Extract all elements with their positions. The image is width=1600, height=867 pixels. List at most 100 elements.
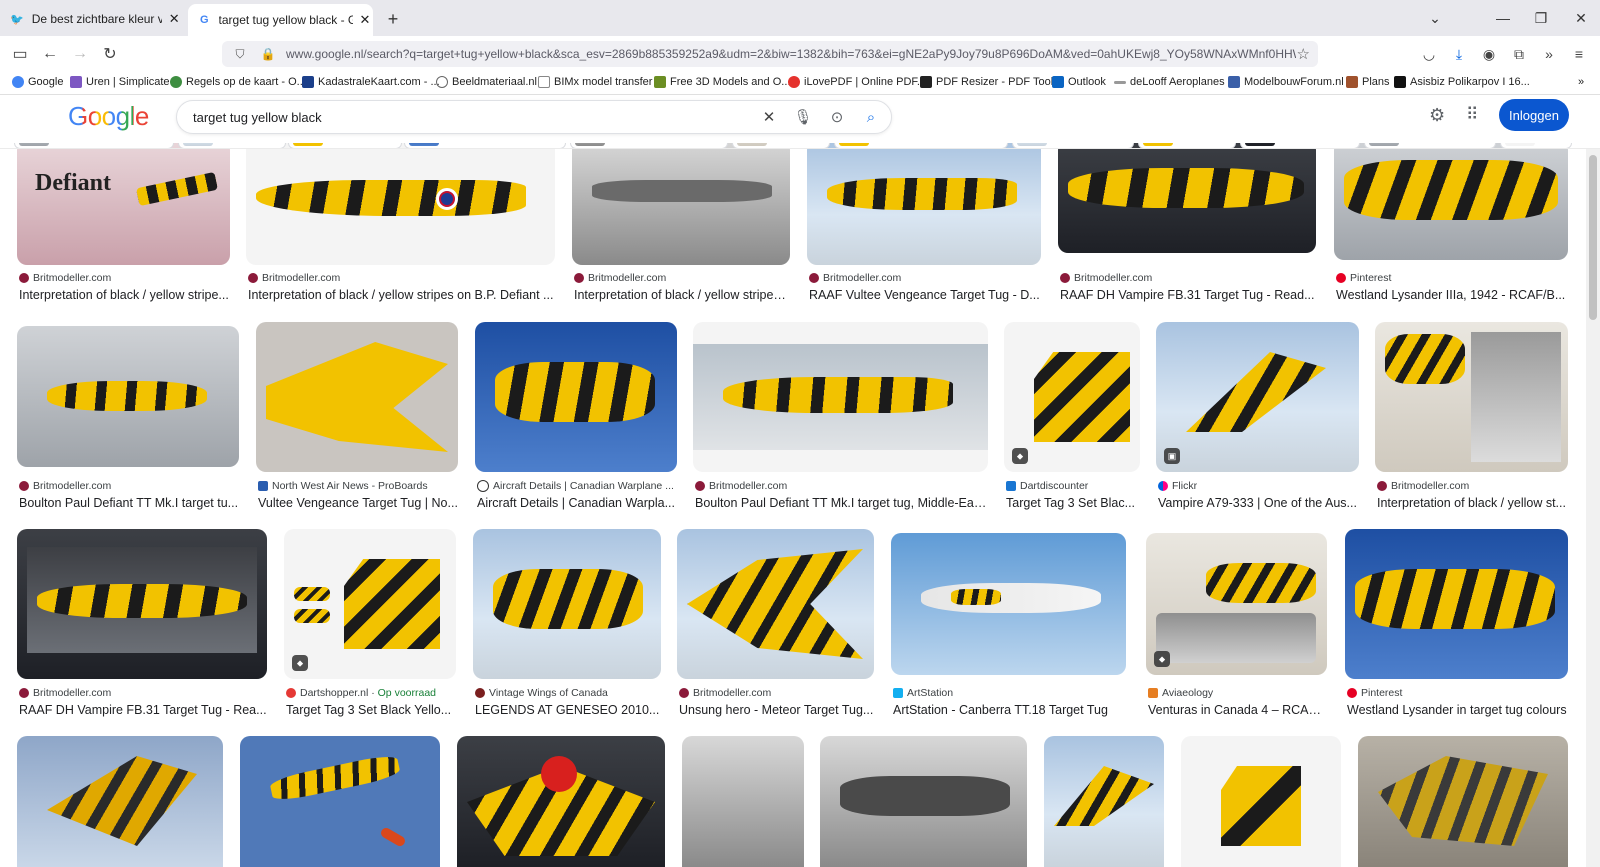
result-caption[interactable]: Target Tag 3 Set Blac... [1006,496,1140,510]
scrollbar-thumb[interactable] [1589,155,1597,320]
back-icon[interactable]: ← [38,42,62,66]
bookmark-simplicate[interactable]: Uren | Simplicate [70,76,170,88]
search-icon[interactable]: ⌕ [857,103,885,131]
result-thumbnail[interactable] [677,529,874,679]
wing-stripes [951,589,1001,605]
tab-google-search[interactable]: G target tug yellow black - Googl ✕ [188,4,373,36]
result-caption[interactable]: Vampire A79-333 | One of the Aus... [1158,496,1360,510]
result-caption[interactable]: LEGENDS AT GENESEO 2010... [475,703,661,717]
result-caption[interactable]: Target Tag 3 Set Black Yello... [286,703,456,717]
google-logo[interactable]: Google [68,101,149,132]
result-caption[interactable]: RAAF DH Vampire FB.31 Target Tug - Rea..… [19,703,267,717]
tab-list-chevron-icon[interactable]: ⌄ [1420,6,1450,30]
new-tab-icon[interactable]: + [382,8,404,30]
result-caption[interactable]: Vultee Vengeance Target Tug | No... [258,496,458,510]
result-caption[interactable]: Interpretation of black / yellow stripes… [248,288,556,302]
bookmark-bimx[interactable]: BIMx model transfer [538,76,652,88]
result-thumbnail[interactable] [891,533,1126,675]
url-text[interactable]: www.google.nl/search?q=target+tug+yellow… [286,47,1296,61]
result-caption[interactable]: Unsung hero - Meteor Target Tug... [679,703,875,717]
result-thumbnail[interactable] [1358,736,1568,867]
result-thumbnail[interactable] [473,529,661,679]
result-thumbnail[interactable] [572,140,790,265]
shield-icon[interactable]: ⛉ [230,47,250,62]
result-thumbnail[interactable] [240,736,440,867]
address-bar[interactable]: ⛉ 🔒 www.google.nl/search?q=target+tug+ye… [222,41,1318,67]
close-tab-icon[interactable]: ✕ [166,10,182,28]
result-thumbnail[interactable] [807,140,1041,265]
result-thumbnail[interactable] [1375,322,1568,472]
result-caption[interactable]: RAAF DH Vampire FB.31 Target Tug - Read.… [1060,288,1316,302]
tab-dezichtbare[interactable]: 🐦 De best zichtbare kleur voor je ✕ [0,4,182,34]
bookmark-ilovepdf[interactable]: iLovePDF | Online PDF... [788,76,926,88]
close-window-icon[interactable]: ✕ [1566,6,1596,30]
pocket-icon[interactable]: ◡ [1418,44,1440,64]
result-thumbnail[interactable]: ▣ [1156,322,1359,472]
bookmark-outlook[interactable]: Outlook [1052,76,1106,88]
bookmarks-overflow-icon[interactable]: » [1578,76,1584,88]
bookmark-google[interactable]: Google [12,76,63,88]
result-caption[interactable]: Westland Lysander IIIa, 1942 - RCAF/B... [1336,288,1568,302]
result-thumbnail[interactable] [475,322,677,472]
result-caption[interactable]: Interpretation of black / yellow st... [1377,496,1569,510]
result-caption[interactable]: RAAF Vultee Vengeance Target Tug - D... [809,288,1041,302]
result-thumbnail[interactable]: ⬥ [1004,322,1140,472]
bookmark-plans[interactable]: Plans [1346,76,1390,88]
result-thumbnail[interactable] [1181,736,1341,867]
result-thumbnail[interactable] [1334,140,1568,260]
clear-icon[interactable]: ✕ [755,103,783,131]
settings-gear-icon[interactable]: ⚙ [1429,105,1445,126]
result-caption[interactable]: Interpretation of black / yellow stripes… [574,288,790,302]
login-button[interactable]: Inloggen [1499,99,1569,131]
account-icon[interactable]: ◉ [1478,44,1500,64]
close-tab-icon[interactable]: ✕ [357,11,373,29]
result-caption[interactable]: Venturas in Canada 4 – RCAF ... [1148,703,1328,717]
extensions-icon[interactable]: ⧉ [1508,44,1530,64]
bookmark-delooff[interactable]: deLooff Aeroplanes [1114,76,1225,88]
result-thumbnail[interactable] [256,322,458,472]
result-thumbnail[interactable] [17,326,239,467]
bookmark-star-icon[interactable]: ☆ [1297,45,1310,63]
result-caption[interactable]: Interpretation of black / yellow stripe.… [19,288,231,302]
bookmark-beeldmateriaal[interactable]: Beeldmateriaal.nl [436,76,537,88]
bookmark-modelbouwforum[interactable]: ModelbouwForum.nl [1228,76,1344,88]
result-thumbnail[interactable] [1044,736,1164,867]
result-caption[interactable]: Boulton Paul Defiant TT Mk.I target tug,… [695,496,989,510]
regels-icon [170,76,182,88]
sidebar-toggle-icon[interactable]: ▭ [8,42,32,66]
result-caption[interactable]: Aircraft Details | Canadian Warpla... [477,496,677,510]
reload-icon[interactable]: ↻ [98,42,122,66]
minimize-icon[interactable]: — [1488,6,1518,30]
result-thumbnail[interactable] [682,736,804,867]
apps-grid-icon[interactable]: ⠿ [1466,105,1478,125]
overflow-chevron-icon[interactable]: » [1538,44,1560,64]
result-thumbnail[interactable]: ⬥ [1146,533,1327,675]
result-thumbnail[interactable] [1345,529,1568,679]
result-thumbnail[interactable] [17,736,223,867]
result-caption[interactable]: ArtStation - Canberra TT.18 Target Tug [893,703,1127,717]
restore-icon[interactable]: ❐ [1526,6,1556,30]
bookmark-pdfresizer[interactable]: PDF Resizer - PDF Tools [920,76,1059,88]
result-thumbnail[interactable]: Defiant [17,140,230,265]
bookmark-kadastrale[interactable]: KadastraleKaart.com - ... [302,76,440,88]
menu-icon[interactable]: ≡ [1568,44,1590,64]
bookmark-asisbiz[interactable]: Asisbiz Polikarpov I 16... [1394,76,1530,88]
result-thumbnail[interactable] [246,140,555,265]
lens-icon[interactable]: ⊙ [823,103,851,131]
result-thumbnail[interactable] [820,736,1027,867]
result-thumbnail[interactable] [1058,140,1316,253]
lock-icon[interactable]: 🔒 [258,47,278,61]
result-thumbnail[interactable] [17,529,267,679]
search-input[interactable]: target tug yellow black [193,110,755,125]
forward-icon[interactable]: → [68,42,92,66]
bookmark-regels[interactable]: Regels op de kaart - O... [170,76,306,88]
result-caption[interactable]: Boulton Paul Defiant TT Mk.I target tu..… [19,496,239,510]
result-thumbnail[interactable]: ⬥ [284,529,456,679]
search-box[interactable]: target tug yellow black ✕ 🎙 ⊙ ⌕ [176,100,892,134]
result-caption[interactable]: Westland Lysander in target tug colours [1347,703,1569,717]
bookmark-free3d[interactable]: Free 3D Models and O... [654,76,790,88]
result-thumbnail[interactable] [457,736,665,867]
downloads-icon[interactable]: ⤓ [1448,44,1470,64]
result-thumbnail[interactable] [693,322,988,472]
microphone-icon[interactable]: 🎙 [789,103,817,131]
